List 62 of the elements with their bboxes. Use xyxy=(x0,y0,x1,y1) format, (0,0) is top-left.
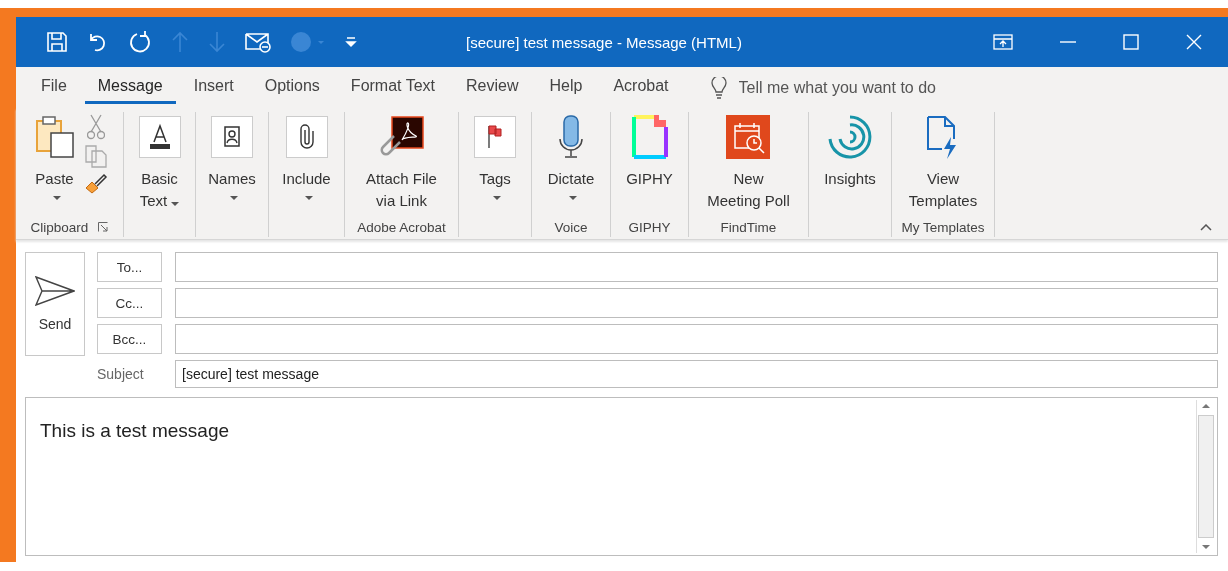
ribbon-button[interactable]: Insights xyxy=(821,114,879,217)
close-icon[interactable] xyxy=(1186,34,1202,50)
group-label: GIPHY xyxy=(628,219,671,235)
ribbon-display-icon[interactable] xyxy=(993,34,1013,50)
ribbon-button[interactable]: Include xyxy=(279,114,334,217)
ribbon-button[interactable]: Basic Text xyxy=(135,114,184,217)
calendar-clock-icon xyxy=(726,115,771,159)
search-field[interactable]: Tell me what you want to do xyxy=(738,78,999,97)
maximize-icon[interactable] xyxy=(1123,34,1139,50)
ribbon-tab[interactable]: Message xyxy=(84,71,176,104)
send-button[interactable]: Send xyxy=(25,252,85,356)
send-icon xyxy=(35,276,75,306)
address-field[interactable] xyxy=(175,288,1218,318)
body-text: This is a test message xyxy=(40,420,230,441)
clipboard-icon xyxy=(34,115,75,159)
paintbrush-icon[interactable] xyxy=(83,172,108,194)
ribbon-button[interactable]: Paste xyxy=(31,114,78,217)
insights-icon xyxy=(828,115,872,159)
customize-icon[interactable] xyxy=(345,34,357,50)
ribbon-tab[interactable]: File xyxy=(28,71,80,104)
ribbon-button[interactable]: View Templates xyxy=(905,114,981,217)
font-color-icon xyxy=(138,116,181,158)
recipient-button[interactable]: Bcc... xyxy=(97,324,162,354)
ribbon-tab[interactable]: Help xyxy=(536,71,596,104)
envelope-icon[interactable] xyxy=(245,31,271,53)
paperclip-icon xyxy=(285,116,328,158)
collapse-ribbon-icon[interactable] xyxy=(1200,224,1212,231)
ribbon-button[interactable]: Tags xyxy=(471,114,519,217)
address-book-icon xyxy=(211,116,253,158)
ribbon-tab[interactable]: Acrobat xyxy=(600,71,682,104)
ribbon-tab[interactable]: Options xyxy=(251,71,333,104)
group-label: Adobe Acrobat xyxy=(357,219,446,235)
message-body[interactable]: This is a test message xyxy=(25,397,1218,556)
scrollbar[interactable] xyxy=(1196,400,1215,553)
ribbon-button[interactable]: Attach File via Link xyxy=(363,114,440,217)
recipient-button[interactable]: Cc... xyxy=(97,288,162,318)
flag-icon xyxy=(474,116,516,158)
scissors-icon[interactable] xyxy=(86,114,105,140)
giphy-icon xyxy=(630,115,669,159)
ribbon-tab[interactable]: Insert xyxy=(180,71,247,104)
redo-icon[interactable] xyxy=(128,30,152,54)
group-label: Clipboard xyxy=(30,219,89,235)
subject-field[interactable]: [secure] test message xyxy=(175,360,1218,388)
recipient-button[interactable]: To... xyxy=(97,252,162,282)
address-field[interactable] xyxy=(175,324,1218,354)
subject-label: Subject xyxy=(97,366,145,382)
ribbon-button[interactable]: Names xyxy=(205,114,259,217)
dialog-launcher-icon[interactable] xyxy=(98,222,109,232)
address-field[interactable] xyxy=(175,252,1218,282)
pdf-paperclip-icon xyxy=(379,116,424,158)
group-label: FindTime xyxy=(720,219,777,235)
window-title: [secure] test message - Message (HTML) xyxy=(466,33,742,51)
group-label: My Templates xyxy=(901,219,985,235)
save-icon[interactable] xyxy=(46,31,68,53)
ribbon-button[interactable]: New Meeting Poll xyxy=(704,114,793,217)
ribbon-tab[interactable]: Review xyxy=(453,71,532,104)
group-label: Voice xyxy=(554,219,588,235)
lightbulb-icon xyxy=(710,76,727,99)
ribbon-button[interactable]: Dictate xyxy=(544,114,598,217)
microphone-icon xyxy=(557,115,585,159)
ribbon-tab[interactable]: Format Text xyxy=(337,71,449,104)
ribbon-button[interactable]: GIPHY xyxy=(623,114,676,217)
